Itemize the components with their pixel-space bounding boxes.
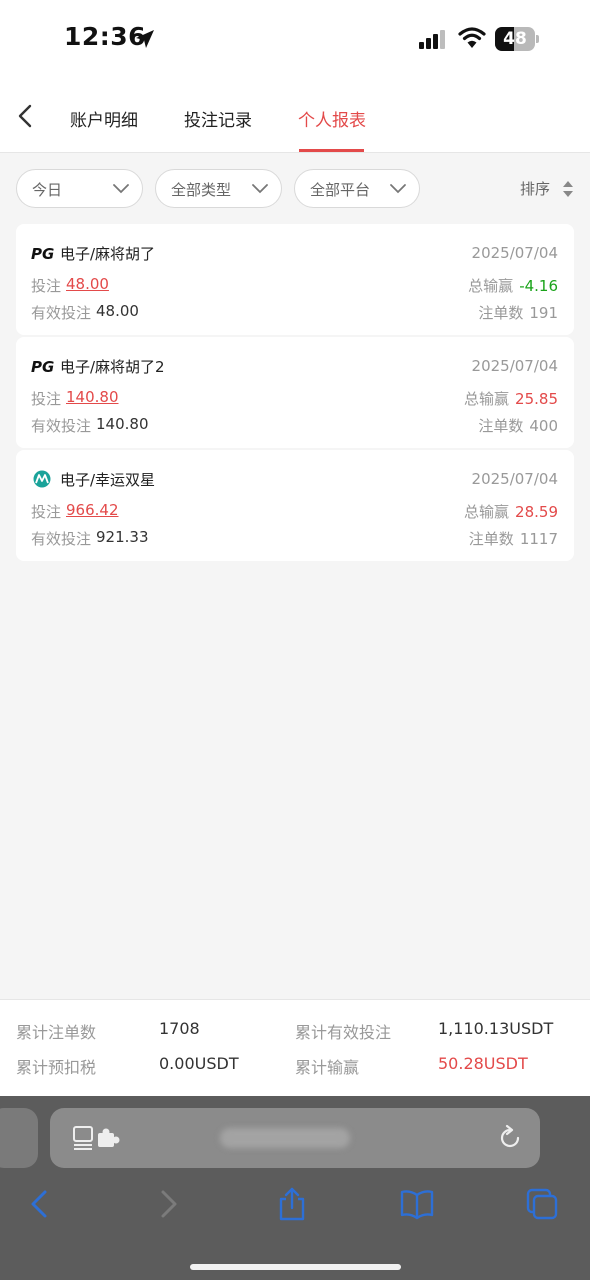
chevron-down-icon <box>390 184 406 194</box>
bet-count-value: 191 <box>529 304 558 322</box>
bookmarks-icon[interactable] <box>399 1186 435 1222</box>
record-date: 2025/07/04 <box>471 470 558 488</box>
back-chevron-icon[interactable] <box>12 102 40 130</box>
browser-toolbar <box>0 1096 590 1280</box>
bet-amount-link[interactable]: 48.00 <box>66 275 109 293</box>
cellular-signal-icon <box>419 30 445 49</box>
bet-count: 注单数 191 <box>478 302 558 323</box>
total-win-loss-value: 50.28USDT <box>438 1054 528 1073</box>
total-count-value: 1708 <box>159 1019 200 1038</box>
share-icon[interactable] <box>274 1186 310 1222</box>
bet-label: 投注 <box>31 503 62 521</box>
win-loss: 总输赢 -4.16 <box>468 275 558 296</box>
summary-panel: 累计注单数 1708 累计有效投注 1,110.13USDT 累计预扣税 0.0… <box>0 999 590 1096</box>
game-name: 电子/幸运双星 <box>60 471 156 489</box>
svg-text:PG: PG <box>31 245 54 262</box>
win-loss-label: 总输赢 <box>464 503 510 521</box>
record-date: 2025/07/04 <box>471 244 558 262</box>
win-loss-label: 总输赢 <box>464 390 510 408</box>
pg-logo-icon: PG <box>31 245 54 262</box>
platform-filter-dropdown[interactable]: 全部平台 <box>294 169 420 208</box>
valid-bet-value: 921.33 <box>96 528 149 546</box>
total-count-label: 累计注单数 <box>16 1023 97 1042</box>
total-tax-value: 0.00USDT <box>159 1054 239 1073</box>
total-valid-bet-value: 1,110.13USDT <box>438 1019 554 1038</box>
report-card[interactable]: 电子/幸运双星 2025/07/04 投注 966.42 总输赢 28.59 有效… <box>16 450 574 561</box>
total-tax-label: 累计预扣税 <box>16 1058 97 1077</box>
microgaming-icon <box>33 470 51 488</box>
tab-personal-report[interactable]: 个人报表 <box>298 106 366 131</box>
bet-label: 投注 <box>31 277 62 295</box>
bet-count-value: 1117 <box>519 530 558 548</box>
report-header: 账户明细 投注记录 个人报表 <box>0 80 590 153</box>
status-bar: 12:36 48 <box>0 0 590 80</box>
win-loss: 总输赢 25.85 <box>464 388 558 409</box>
bet-label: 投注 <box>31 390 62 408</box>
location-arrow-icon <box>136 30 154 48</box>
game-name: 电子/麻将胡了2 <box>60 358 165 376</box>
chevron-down-icon <box>113 184 129 194</box>
tab-bet-records[interactable]: 投注记录 <box>184 106 252 131</box>
chevron-down-icon <box>252 184 268 194</box>
bet-count: 注单数 400 <box>478 415 558 436</box>
valid-bet-value: 140.80 <box>96 415 149 433</box>
reader-extension-icon[interactable] <box>72 1125 128 1151</box>
type-filter-label: 全部类型 <box>171 181 232 199</box>
battery-icon: 48 <box>495 27 539 51</box>
platform-filter-label: 全部平台 <box>310 181 371 199</box>
reload-icon[interactable] <box>496 1124 524 1152</box>
bet-amount-link[interactable]: 966.42 <box>66 501 119 519</box>
tabs-icon[interactable] <box>524 1186 560 1222</box>
browser-back-icon[interactable] <box>22 1186 58 1222</box>
active-tab-indicator <box>299 149 364 152</box>
valid-bet-value: 48.00 <box>96 302 139 320</box>
game-name: 电子/麻将胡了 <box>60 245 156 263</box>
bet-count-label: 注单数 <box>478 304 524 322</box>
total-valid-bet-label: 累计有效投注 <box>295 1023 392 1042</box>
valid-bet-label: 有效投注 <box>31 530 92 548</box>
date-filter-dropdown[interactable]: 今日 <box>16 169 143 208</box>
win-loss-value: 28.59 <box>515 503 558 521</box>
svg-text:PG: PG <box>31 358 54 375</box>
sort-button[interactable]: 排序 <box>520 178 550 199</box>
win-loss-value: 25.85 <box>515 390 558 408</box>
win-loss-value: -4.16 <box>519 277 558 295</box>
win-loss: 总输赢 28.59 <box>464 501 558 522</box>
address-bar[interactable] <box>50 1108 540 1168</box>
bet-amount-link[interactable]: 140.80 <box>66 388 119 406</box>
wifi-icon <box>458 27 486 48</box>
browser-forward-icon[interactable] <box>150 1186 186 1222</box>
bet-count-label: 注单数 <box>468 530 514 548</box>
bet-count: 注单数 1117 <box>469 528 558 549</box>
home-indicator <box>190 1264 401 1270</box>
valid-bet-label: 有效投注 <box>31 304 92 322</box>
tab-account-details[interactable]: 账户明细 <box>70 106 138 131</box>
url-text-blurred <box>220 1128 350 1148</box>
type-filter-dropdown[interactable]: 全部类型 <box>155 169 282 208</box>
bet-count-label: 注单数 <box>478 417 524 435</box>
battery-percent: 48 <box>503 29 527 49</box>
win-loss-label: 总输赢 <box>468 277 514 295</box>
bet-count-value: 400 <box>529 417 558 435</box>
report-card[interactable]: PG 电子/麻将胡了2 2025/07/04 投注 140.80 总输赢 25.8… <box>16 337 574 448</box>
date-filter-label: 今日 <box>32 181 63 199</box>
pg-logo-icon: PG <box>31 358 54 375</box>
report-card[interactable]: PG 电子/麻将胡了 2025/07/04 投注 48.00 总输赢 -4.16 … <box>16 224 574 335</box>
record-date: 2025/07/04 <box>471 357 558 375</box>
sort-arrows-icon[interactable] <box>562 180 574 198</box>
total-win-loss-label: 累计输赢 <box>295 1058 360 1077</box>
previous-tab-preview[interactable] <box>0 1108 38 1168</box>
valid-bet-label: 有效投注 <box>31 417 92 435</box>
